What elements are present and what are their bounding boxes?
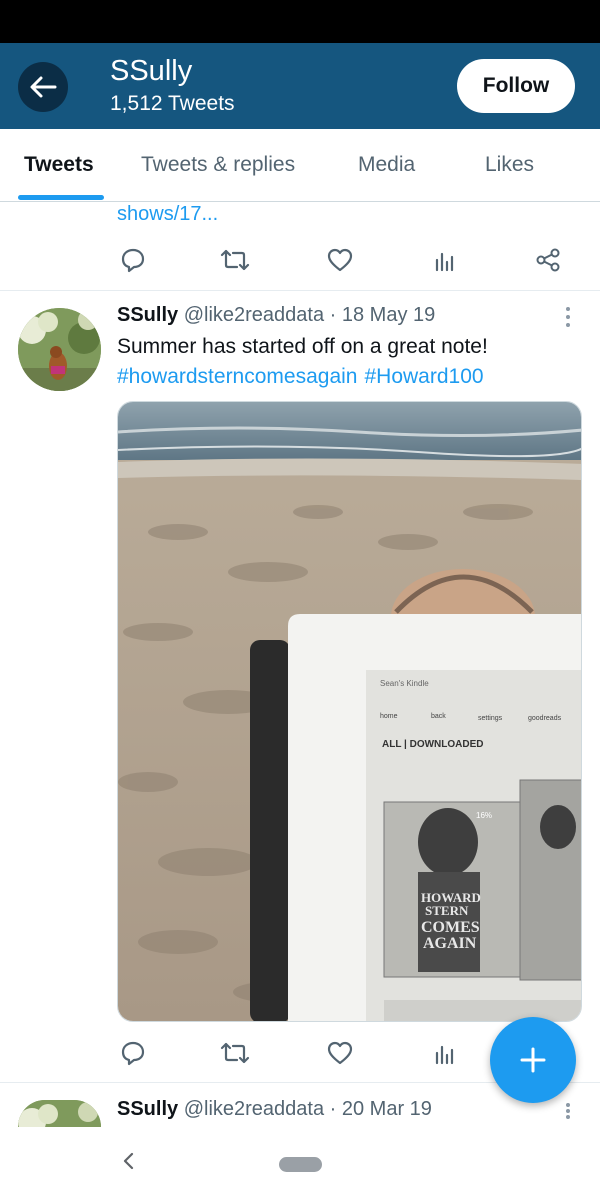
- share-button[interactable]: [532, 244, 564, 276]
- kindle-nav-goodreads: goodreads: [528, 715, 562, 722]
- avatar[interactable]: [18, 1100, 101, 1127]
- hashtag-link[interactable]: #howardsterncomesagain: [117, 365, 357, 388]
- tweet-actions: [117, 244, 577, 284]
- author-name[interactable]: SSully: [117, 304, 178, 326]
- more-vertical-icon: [566, 1103, 570, 1107]
- tweet-header: SSully @like2readdata · 20 Mar 19: [117, 1098, 432, 1121]
- book-title-line: AGAIN: [423, 935, 477, 952]
- kindle-header: Sean's Kindle: [380, 679, 429, 688]
- retweet-icon: [220, 1042, 250, 1064]
- arrow-left-icon: [30, 76, 57, 98]
- more-button[interactable]: [560, 1100, 576, 1122]
- retweet-icon: [220, 249, 250, 271]
- more-button[interactable]: [560, 304, 576, 330]
- analytics-button[interactable]: [429, 244, 461, 276]
- like-button[interactable]: [324, 244, 356, 276]
- avatar-photo: [18, 1100, 101, 1127]
- tweet-count: 1,512 Tweets: [110, 92, 235, 115]
- beach-kindle-photo: Sean's Kindle home back settings goodrea…: [118, 402, 581, 1021]
- kindle-progress-badge: 16%: [476, 811, 492, 820]
- reply-button[interactable]: [117, 244, 149, 276]
- tab-likes[interactable]: Likes: [485, 129, 534, 201]
- avatar-photo: [18, 308, 101, 391]
- tweet-date[interactable]: · 18 May 19: [330, 304, 436, 326]
- compose-tweet-button[interactable]: [490, 1017, 576, 1103]
- profile-tabs: Tweets Tweets & replies Media Likes: [0, 129, 600, 202]
- hashtag-link[interactable]: #Howard100: [364, 365, 483, 388]
- heart-icon: [327, 248, 353, 272]
- book-title-line: STERN: [425, 903, 469, 918]
- tab-media[interactable]: Media: [358, 129, 415, 201]
- nav-back-icon[interactable]: [122, 1151, 136, 1171]
- kindle-library-filter: ALL | DOWNLOADED: [382, 739, 484, 750]
- tab-tweets[interactable]: Tweets: [24, 129, 94, 201]
- follow-button[interactable]: Follow: [457, 59, 575, 113]
- like-button[interactable]: [324, 1037, 356, 1069]
- tweet-link[interactable]: shows/17...: [117, 203, 218, 226]
- tweet-date[interactable]: · 20 Mar 19: [330, 1098, 432, 1120]
- author-name[interactable]: SSully: [117, 1098, 178, 1120]
- more-vertical-icon: [566, 307, 570, 311]
- author-handle[interactable]: @like2readdata: [184, 304, 324, 326]
- author-handle[interactable]: @like2readdata: [184, 1098, 324, 1120]
- analytics-button[interactable]: [429, 1037, 461, 1069]
- analytics-icon: [435, 1045, 454, 1065]
- book-title-line: COMES: [421, 919, 480, 936]
- kindle-nav-settings: settings: [478, 715, 503, 722]
- tweet-header: SSully @like2readdata · 18 May 19: [117, 304, 435, 327]
- retweet-button[interactable]: [219, 244, 251, 276]
- reply-icon: [121, 1041, 145, 1066]
- profile-header: SSully 1,512 Tweets Follow: [0, 43, 600, 129]
- heart-icon: [327, 1041, 353, 1065]
- reply-button[interactable]: [117, 1037, 149, 1069]
- retweet-button[interactable]: [219, 1037, 251, 1069]
- back-button[interactable]: [18, 62, 68, 112]
- kindle-nav-home: home: [380, 713, 398, 720]
- tweet-divider: [0, 290, 600, 291]
- profile-name: SSully: [110, 55, 193, 87]
- analytics-icon: [435, 252, 454, 272]
- tab-tweets-and-replies[interactable]: Tweets & replies: [141, 129, 295, 201]
- share-icon: [536, 248, 560, 272]
- active-tab-indicator: [18, 195, 104, 200]
- avatar[interactable]: [18, 308, 101, 391]
- kindle-nav-back: back: [431, 713, 446, 720]
- nav-home-pill[interactable]: [279, 1157, 322, 1172]
- system-nav-bar: [0, 1127, 600, 1200]
- tweet-photo[interactable]: Sean's Kindle home back settings goodrea…: [117, 401, 582, 1022]
- plus-icon: [520, 1047, 546, 1073]
- status-bar: [0, 0, 600, 43]
- reply-icon: [121, 248, 145, 273]
- tweet-text: Summer has started off on a great note!: [117, 335, 488, 358]
- tweet-hashtags: #howardsterncomesagain #Howard100: [117, 365, 484, 389]
